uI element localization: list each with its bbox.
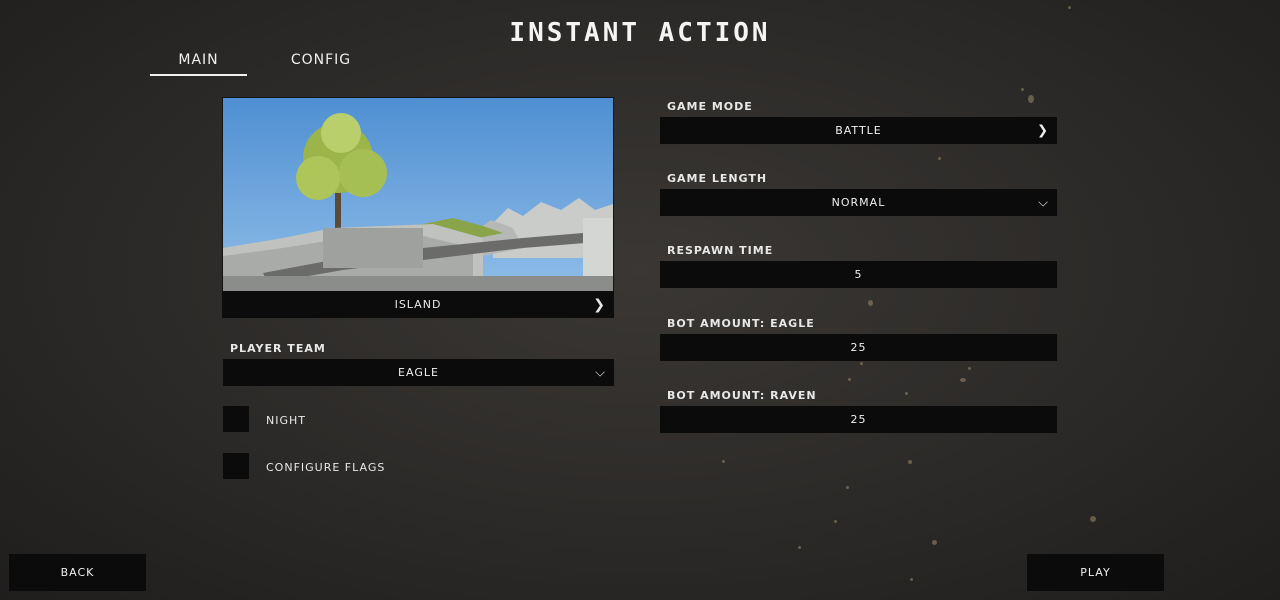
game-mode-value: BATTLE bbox=[835, 124, 882, 137]
tab-main[interactable]: MAIN bbox=[150, 52, 247, 76]
bot-amount-eagle-label: BOT AMOUNT: EAGLE bbox=[667, 317, 815, 330]
player-team-dropdown[interactable]: EAGLE ⌵ bbox=[223, 359, 614, 386]
game-mode-label: GAME MODE bbox=[667, 100, 753, 113]
player-team-value: EAGLE bbox=[398, 366, 439, 379]
game-length-label: GAME LENGTH bbox=[667, 172, 768, 185]
bot-amount-raven-label: BOT AMOUNT: RAVEN bbox=[667, 389, 817, 402]
bot-amount-eagle-input[interactable]: 25 bbox=[660, 334, 1057, 361]
game-length-value: NORMAL bbox=[831, 196, 886, 209]
page-title: INSTANT ACTION bbox=[509, 18, 771, 48]
back-button[interactable]: BACK bbox=[9, 554, 146, 591]
chevron-right-icon[interactable]: ❯ bbox=[593, 297, 606, 313]
configure-flags-checkbox[interactable] bbox=[223, 453, 249, 479]
configure-flags-label: CONFIGURE FLAGS bbox=[266, 461, 386, 474]
chevron-right-icon[interactable]: ❯ bbox=[1037, 123, 1049, 138]
map-name-bar[interactable]: ISLAND ❯ bbox=[222, 291, 614, 318]
night-checkbox[interactable] bbox=[223, 406, 249, 432]
tab-config[interactable]: CONFIG bbox=[280, 52, 362, 74]
game-mode-selector[interactable]: BATTLE ❯ bbox=[660, 117, 1057, 144]
respawn-time-input[interactable]: 5 bbox=[660, 261, 1057, 288]
player-team-label: PLAYER TEAM bbox=[230, 342, 326, 355]
map-name: ISLAND bbox=[394, 298, 442, 311]
bot-amount-raven-input[interactable]: 25 bbox=[660, 406, 1057, 433]
respawn-time-label: RESPAWN TIME bbox=[667, 244, 774, 257]
respawn-time-value: 5 bbox=[854, 268, 863, 281]
bot-amount-raven-value: 25 bbox=[850, 413, 867, 426]
bot-amount-eagle-value: 25 bbox=[850, 341, 867, 354]
map-selector[interactable]: ISLAND ❯ bbox=[222, 97, 614, 318]
map-preview-image bbox=[223, 98, 613, 291]
chevron-down-icon: ⌵ bbox=[595, 365, 606, 380]
night-label: NIGHT bbox=[266, 414, 306, 427]
chevron-down-icon: ⌵ bbox=[1038, 195, 1049, 210]
play-button[interactable]: PLAY bbox=[1027, 554, 1164, 591]
game-length-dropdown[interactable]: NORMAL ⌵ bbox=[660, 189, 1057, 216]
